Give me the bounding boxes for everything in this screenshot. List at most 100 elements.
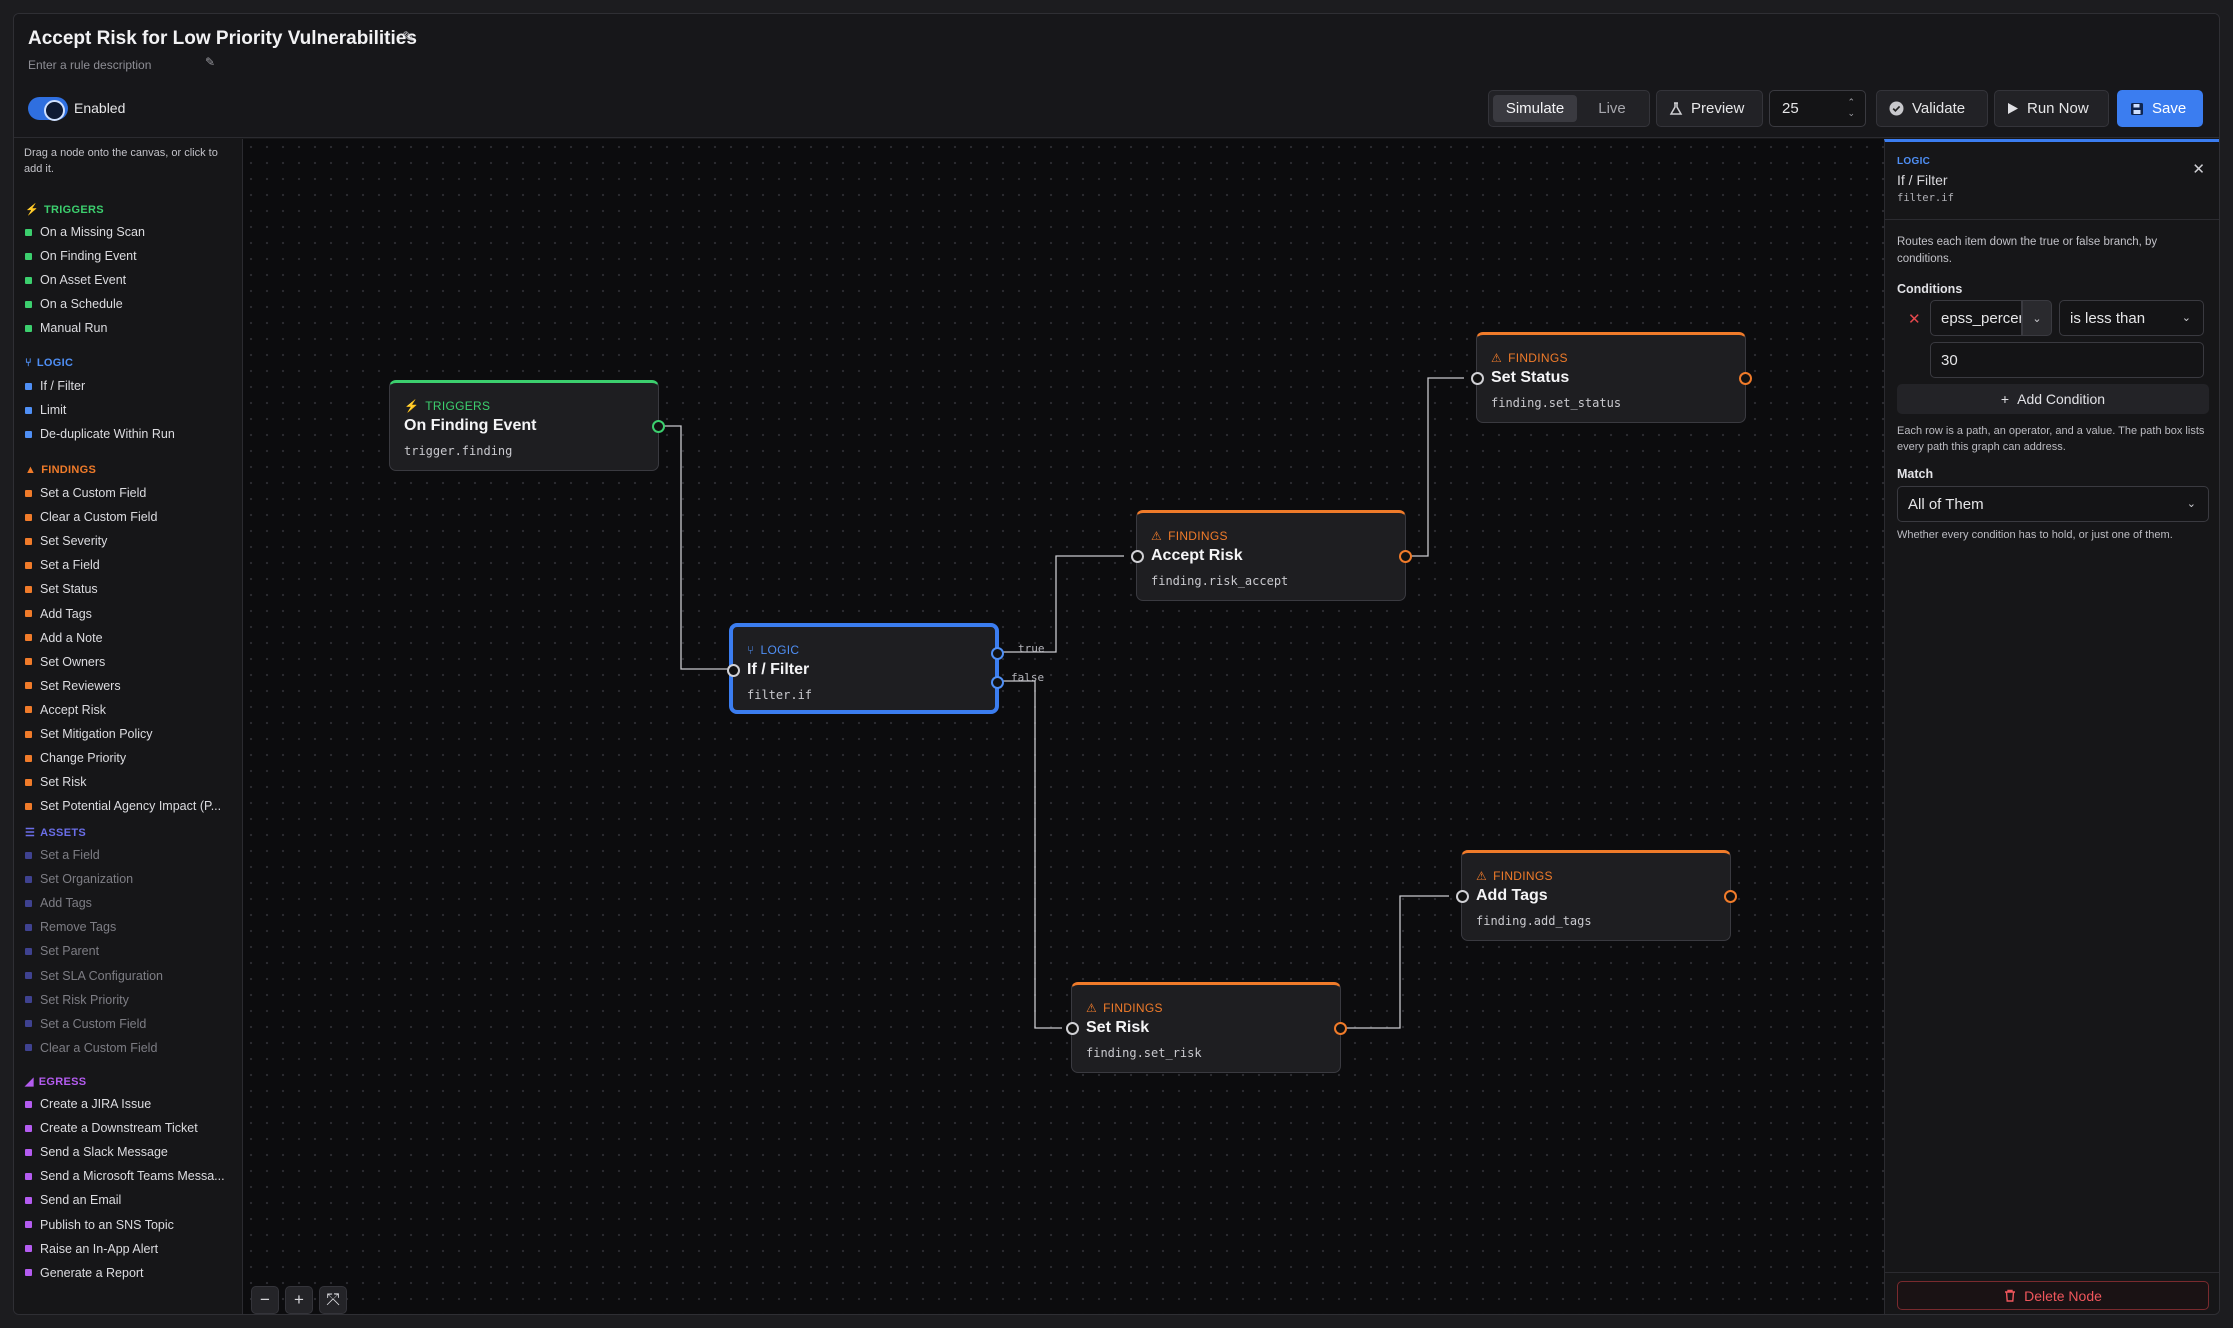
palette-item-egress[interactable]: Create a Downstream Ticket xyxy=(25,1121,198,1135)
palette-item-assets[interactable]: Set Organization xyxy=(25,872,133,886)
palette-item-triggers[interactable]: On a Schedule xyxy=(25,297,123,311)
input-port[interactable] xyxy=(1471,372,1484,385)
inspector-description: Routes each item down the true or false … xyxy=(1897,236,2158,265)
palette-item-triggers[interactable]: On a Missing Scan xyxy=(25,225,145,239)
palette-item-findings[interactable]: Set Owners xyxy=(25,655,105,669)
zoom-out-button[interactable]: − xyxy=(251,1286,279,1314)
palette-item-findings[interactable]: Set a Field xyxy=(25,558,100,572)
palette-item-assets[interactable]: Remove Tags xyxy=(25,920,116,934)
rule-title[interactable]: Accept Risk for Low Priority Vulnerabili… xyxy=(28,28,417,50)
palette-item-triggers[interactable]: On Asset Event xyxy=(25,273,126,287)
node-accept-risk[interactable]: ⚠ FINDINGS Accept Risk finding.risk_accep… xyxy=(1131,510,1412,601)
false-output-port[interactable] xyxy=(991,676,1004,689)
input-port[interactable] xyxy=(1456,890,1469,903)
palette-item-egress[interactable]: Send an Email xyxy=(25,1193,121,1207)
output-port[interactable] xyxy=(1334,1022,1347,1035)
graph-canvas[interactable]: true false ⚡ TRIGGERS On Finding Event tr… xyxy=(243,139,1884,1314)
fit-view-button[interactable]: ⤧ xyxy=(319,1286,347,1314)
palette-item-findings[interactable]: Set Reviewers xyxy=(25,679,121,693)
pencil-icon[interactable]: ✎ xyxy=(205,55,215,69)
stack-icon: ☰ xyxy=(25,827,36,839)
condition-value-input[interactable]: 30 xyxy=(1930,342,2204,378)
category-dot-icon xyxy=(25,1020,32,1028)
palette-item-findings[interactable]: Accept Risk xyxy=(25,703,106,717)
condition-path-input[interactable]: epss_percentile xyxy=(1930,300,2022,336)
workflow-editor: Accept Risk for Low Priority Vulnerabili… xyxy=(13,13,2220,1315)
palette-item-egress[interactable]: Publish to an SNS Topic xyxy=(25,1218,174,1232)
run-now-button[interactable]: Run Now xyxy=(1994,90,2109,127)
palette-item-logic[interactable]: Limit xyxy=(25,403,66,417)
palette-item-assets[interactable]: Set SLA Configuration xyxy=(25,969,163,983)
palette-section-label: TRIGGERS xyxy=(44,203,104,216)
mode-simulate-tab[interactable]: Simulate xyxy=(1493,95,1577,122)
palette-item-egress[interactable]: Generate a Report xyxy=(25,1266,144,1280)
remove-condition-icon[interactable]: ✕ xyxy=(1908,310,1921,328)
palette-item-assets[interactable]: Set a Field xyxy=(25,848,100,862)
add-condition-button[interactable]: + Add Condition xyxy=(1897,384,2209,414)
palette-item-assets[interactable]: Add Tags xyxy=(25,896,92,910)
description-field[interactable]: Enter a rule description xyxy=(28,58,151,72)
zoom-in-button[interactable]: + xyxy=(285,1286,313,1314)
category-dot-icon xyxy=(25,610,32,617)
palette-item-assets[interactable]: Set Parent xyxy=(25,944,99,958)
validate-button[interactable]: Validate xyxy=(1876,90,1988,127)
category-dot-icon xyxy=(25,561,32,569)
false-branch-label: false xyxy=(1011,671,1045,684)
match-select[interactable]: All of Them ⌄ xyxy=(1897,486,2209,522)
palette-item-findings[interactable]: Add a Note xyxy=(25,631,103,645)
palette-section-logic: ⑂ LOGIC xyxy=(25,357,73,369)
node-if-filter[interactable]: ⑂ LOGIC If / Filter filter.if xyxy=(727,623,1004,714)
enabled-toggle[interactable] xyxy=(28,97,68,121)
node-add-tags[interactable]: ⚠ FINDINGS Add Tags finding.add_tags xyxy=(1456,850,1737,941)
palette-item-findings[interactable]: Set Potential Agency Impact (P... xyxy=(25,799,221,813)
stepper-icon[interactable]: ⌃ ⌄ xyxy=(1847,97,1855,119)
condition-operator-select[interactable]: is less than ⌄ xyxy=(2059,300,2204,336)
palette-item-findings[interactable]: Clear a Custom Field xyxy=(25,510,157,524)
palette-item-logic[interactable]: If / Filter xyxy=(25,379,85,393)
input-port[interactable] xyxy=(1131,550,1144,563)
palette-item-triggers[interactable]: On Finding Event xyxy=(25,249,137,263)
palette-item-findings[interactable]: Set a Custom Field xyxy=(25,486,146,500)
lightning-icon: ⚡ xyxy=(404,399,420,413)
node-set-risk[interactable]: ⚠ FINDINGS Set Risk finding.set_risk xyxy=(1066,982,1347,1073)
preview-button[interactable]: Preview xyxy=(1656,90,1763,127)
node-set-status[interactable]: ⚠ FINDINGS Set Status finding.set_status xyxy=(1471,332,1752,423)
palette-item-egress[interactable]: Send a Microsoft Teams Messa... xyxy=(25,1169,225,1183)
palette-item-egress[interactable]: Create a JIRA Issue xyxy=(25,1097,151,1111)
palette-item-egress[interactable]: Send a Slack Message xyxy=(25,1145,168,1159)
input-port[interactable] xyxy=(727,664,740,677)
palette-item-label: Clear a Custom Field xyxy=(40,1040,158,1055)
palette-item-findings[interactable]: Set Mitigation Policy xyxy=(25,727,153,741)
true-output-port[interactable] xyxy=(991,647,1004,660)
output-port[interactable] xyxy=(1724,890,1737,903)
node-on-finding-event[interactable]: ⚡ TRIGGERS On Finding Event trigger.findi… xyxy=(389,380,665,471)
chevron-down-icon[interactable]: ⌄ xyxy=(2022,300,2052,336)
palette-item-findings[interactable]: Set Severity xyxy=(25,534,107,548)
close-icon[interactable]: ✕ xyxy=(2192,160,2205,178)
count-value: 25 xyxy=(1782,100,1799,117)
simulation-count-input[interactable]: 25 ⌃ ⌄ xyxy=(1769,90,1866,127)
palette-item-findings[interactable]: Set Risk xyxy=(25,775,87,789)
palette-item-findings[interactable]: Change Priority xyxy=(25,751,126,765)
output-port[interactable] xyxy=(652,420,665,433)
palette-item-findings[interactable]: Set Status xyxy=(25,582,98,596)
palette-item-label: Change Priority xyxy=(40,751,127,766)
delete-node-button[interactable]: Delete Node xyxy=(1897,1281,2209,1310)
pencil-icon[interactable]: ✎ xyxy=(402,28,415,46)
input-port[interactable] xyxy=(1066,1022,1079,1035)
category-dot-icon xyxy=(25,513,32,521)
output-port[interactable] xyxy=(1739,372,1752,385)
palette-item-label: Create a Downstream Ticket xyxy=(40,1121,198,1136)
category-dot-icon xyxy=(25,430,32,438)
palette-item-triggers[interactable]: Manual Run xyxy=(25,321,107,335)
palette-hint: Drag a node onto the canvas, or click to… xyxy=(24,147,218,175)
palette-item-assets[interactable]: Set Risk Priority xyxy=(25,993,129,1007)
palette-item-logic[interactable]: De-duplicate Within Run xyxy=(25,427,175,441)
palette-item-findings[interactable]: Add Tags xyxy=(25,607,92,621)
save-button[interactable]: Save xyxy=(2117,90,2203,127)
mode-live-tab[interactable]: Live xyxy=(1579,95,1645,122)
output-port[interactable] xyxy=(1399,550,1412,563)
palette-item-egress[interactable]: Raise an In-App Alert xyxy=(25,1242,158,1256)
palette-item-assets[interactable]: Set a Custom Field xyxy=(25,1017,146,1031)
palette-item-assets[interactable]: Clear a Custom Field xyxy=(25,1041,157,1055)
